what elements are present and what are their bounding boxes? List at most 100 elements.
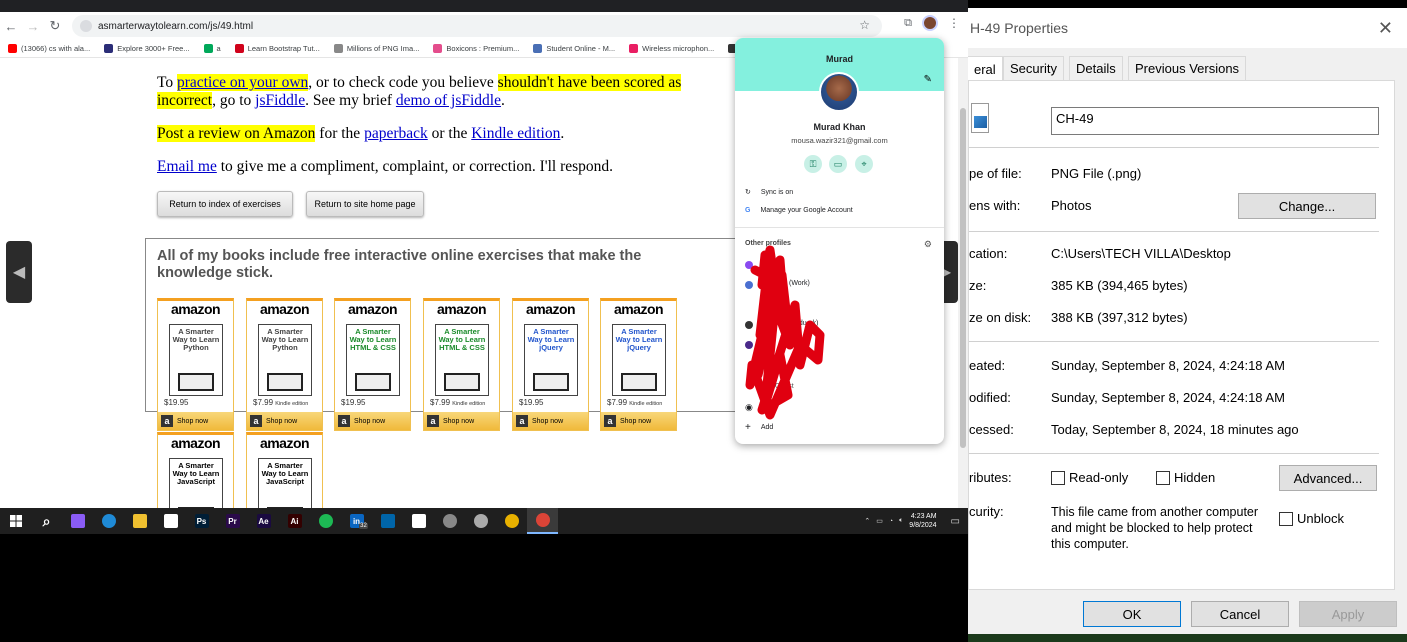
change-button[interactable]: Change... bbox=[1238, 193, 1376, 219]
photoshop-icon[interactable]: Ps bbox=[186, 508, 217, 534]
book-card[interactable]: amazon A Smarter Way to Learn Python $7.99… bbox=[246, 298, 323, 431]
manage-account-row[interactable]: G Manage your Google Account bbox=[745, 207, 853, 214]
review-amazon-link[interactable]: Post a review on Amazon bbox=[157, 125, 316, 142]
bookmark-item[interactable]: Boxicons : Premium... bbox=[433, 44, 519, 53]
shop-now-button[interactable]: a Shop now bbox=[335, 412, 410, 430]
clock[interactable]: 4:23 AM 9/8/2024 bbox=[909, 512, 936, 530]
book-card[interactable]: amazon A Smarter Way to Learn HTML & CSS $… bbox=[334, 298, 411, 431]
book-card[interactable]: amazon A Smarter Way to Learn HTML & CSS $… bbox=[423, 298, 500, 431]
chrome-profile-icon[interactable] bbox=[527, 508, 558, 534]
clock-date: 9/8/2024 bbox=[909, 522, 937, 529]
shop-now-button[interactable]: a Shop now bbox=[601, 412, 676, 430]
bookmark-item[interactable]: (13066) cs with ala... bbox=[8, 44, 90, 53]
windows-start-icon[interactable] bbox=[0, 508, 31, 534]
shop-now-button[interactable]: a Shop now bbox=[513, 412, 588, 430]
notification-icon[interactable]: ▭ bbox=[951, 516, 960, 527]
premiere-icon[interactable]: Pr bbox=[217, 508, 248, 534]
addresses-pin-icon[interactable]: ⌖ bbox=[855, 155, 873, 173]
github-icon[interactable] bbox=[465, 508, 496, 534]
cancel-button[interactable]: Cancel bbox=[1191, 601, 1289, 627]
book-card[interactable]: amazon A Smarter Way to Learn jQuery $7.99… bbox=[600, 298, 677, 431]
vscode-icon[interactable] bbox=[372, 508, 403, 534]
amazon-logo: amazon bbox=[259, 301, 310, 317]
tab-general[interactable]: eral bbox=[968, 56, 1003, 81]
payment-card-icon[interactable]: ▭ bbox=[829, 155, 847, 173]
return-index-button[interactable]: Return to index of exercises bbox=[157, 191, 293, 217]
bookmark-star-icon[interactable]: ☆ bbox=[859, 18, 870, 32]
book-card[interactable]: amazon A Smarter Way to Learn JavaScript bbox=[157, 432, 234, 508]
return-home-button[interactable]: Return to site home page bbox=[306, 191, 424, 217]
tray-chevron-icon[interactable]: ⌃ bbox=[864, 517, 870, 525]
readonly-label[interactable]: Read-only bbox=[1069, 470, 1128, 485]
close-icon[interactable]: ✕ bbox=[1378, 18, 1393, 39]
illustrator-icon[interactable]: Ai bbox=[279, 508, 310, 534]
practice-link[interactable]: practice on your own bbox=[177, 74, 309, 91]
shop-now-button[interactable]: a Shop now bbox=[247, 412, 322, 430]
apply-button[interactable]: Apply bbox=[1299, 601, 1397, 627]
bookmark-favicon-icon bbox=[533, 44, 543, 53]
store-icon[interactable] bbox=[155, 508, 186, 534]
profile-email: mousa.wazir321@gmail.com bbox=[791, 136, 888, 145]
bookmark-item[interactable]: a bbox=[203, 44, 221, 53]
site-info-icon[interactable] bbox=[80, 20, 92, 32]
book-card[interactable]: amazon A Smarter Way to Learn JavaScript bbox=[246, 432, 323, 508]
passwords-key-icon[interactable]: ⚿ bbox=[804, 155, 822, 173]
linkedin-icon[interactable]: in 32 bbox=[341, 508, 372, 534]
chrome-icon[interactable] bbox=[496, 508, 527, 534]
illustrator-glyph: Ai bbox=[287, 514, 302, 528]
bookmark-item[interactable]: Millions of PNG Ima... bbox=[333, 44, 419, 53]
shop-now-button[interactable]: a Shop now bbox=[424, 412, 499, 430]
bookmark-item[interactable]: Student Online - M... bbox=[533, 44, 615, 53]
demo-jsfiddle-link[interactable]: demo of jsFiddle bbox=[396, 92, 501, 109]
readonly-checkbox[interactable] bbox=[1051, 471, 1065, 485]
network-icon[interactable]: ◔ bbox=[889, 518, 893, 525]
opens-value: Photos bbox=[1051, 198, 1092, 213]
bookmark-item[interactable]: Wireless microphon... bbox=[629, 44, 714, 53]
settings-gear-icon[interactable]: ⚙ bbox=[924, 239, 932, 250]
hidden-checkbox[interactable] bbox=[1156, 471, 1170, 485]
book-card[interactable]: amazon A Smarter Way to Learn jQuery $19.9… bbox=[512, 298, 589, 431]
chatgpt-icon[interactable] bbox=[434, 508, 465, 534]
spotify-icon[interactable] bbox=[310, 508, 341, 534]
type-value: PNG File (.png) bbox=[1051, 166, 1142, 181]
tab-previous-versions[interactable]: Previous Versions bbox=[1128, 56, 1247, 80]
profile-avatar-button[interactable] bbox=[922, 15, 938, 31]
unblock-label[interactable]: Unblock bbox=[1297, 511, 1344, 526]
forward-icon[interactable]: → bbox=[22, 15, 44, 37]
edit-pencil-icon[interactable]: ✎ bbox=[924, 74, 932, 85]
sync-row[interactable]: ↻ Sync is on bbox=[745, 188, 793, 197]
edge-icon[interactable] bbox=[93, 508, 124, 534]
tab-details[interactable]: Details bbox=[1069, 56, 1123, 80]
bookmark-item[interactable]: Explore 3000+ Free... bbox=[104, 44, 190, 53]
volume-icon[interactable]: 🔈︎ bbox=[899, 517, 903, 525]
unblock-checkbox[interactable] bbox=[1279, 512, 1293, 526]
bookmark-item[interactable]: Learn Bootstrap Tut... bbox=[234, 44, 320, 53]
extensions-icon[interactable]: ⧉ bbox=[904, 17, 912, 30]
shop-now-button[interactable]: a Shop now bbox=[158, 412, 233, 430]
ok-button[interactable]: OK bbox=[1083, 601, 1181, 627]
page-scrollbar[interactable] bbox=[958, 58, 968, 508]
address-bar[interactable]: asmarterwaytolearn.com/js/49.html ☆ bbox=[72, 15, 882, 37]
search-icon[interactable]: ⌕ bbox=[31, 508, 62, 534]
menu-icon[interactable]: ⋮ bbox=[948, 16, 960, 30]
capcut-icon[interactable] bbox=[403, 508, 434, 534]
tab-security[interactable]: Security bbox=[1003, 56, 1064, 80]
filename-input[interactable]: CH-49 bbox=[1051, 107, 1379, 135]
hidden-label[interactable]: Hidden bbox=[1174, 470, 1215, 485]
jsfiddle-link[interactable]: jsFiddle bbox=[255, 92, 305, 109]
explorer-icon[interactable] bbox=[124, 508, 155, 534]
back-icon[interactable]: ← bbox=[0, 15, 22, 37]
add-profile-row[interactable]: + Add bbox=[745, 422, 773, 433]
paperback-link[interactable]: paperback bbox=[364, 125, 428, 142]
advanced-button[interactable]: Advanced... bbox=[1279, 465, 1377, 491]
prev-arrow-button[interactable]: ◀ bbox=[6, 241, 32, 303]
email-link[interactable]: Email me bbox=[157, 158, 217, 175]
kindle-link[interactable]: Kindle edition bbox=[471, 125, 560, 142]
book-card[interactable]: amazon A Smarter Way to Learn Python $19.9… bbox=[157, 298, 234, 431]
copilot-icon[interactable] bbox=[62, 508, 93, 534]
battery-icon[interactable]: ▭ bbox=[876, 517, 883, 525]
spotify-glyph bbox=[318, 514, 333, 528]
scrollbar-thumb[interactable] bbox=[960, 108, 966, 448]
after-effects-icon[interactable]: Ae bbox=[248, 508, 279, 534]
reload-icon[interactable]: ↻ bbox=[44, 15, 66, 37]
